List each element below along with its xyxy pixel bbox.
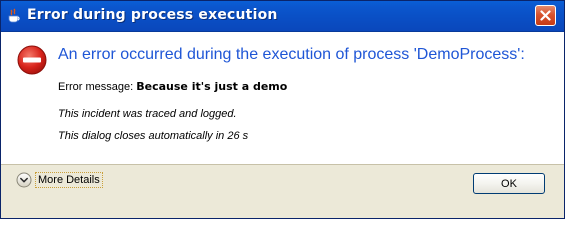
dialog-content: An error occurred during the execution o… (1, 32, 564, 163)
auto-close-note: This dialog closes automatically in 26 s (58, 130, 249, 142)
error-message-label: Error message: (58, 81, 137, 93)
error-message-value: Because it's just a demo (136, 80, 288, 93)
chevron-down-icon[interactable] (16, 172, 32, 188)
more-details-toggle[interactable]: More Details (16, 171, 103, 189)
close-icon (540, 10, 551, 21)
error-icon (17, 45, 47, 75)
title-bar[interactable]: Error during process execution (1, 1, 564, 32)
error-dialog: Error during process execution An error … (0, 0, 565, 219)
window-title: Error during process execution (27, 7, 278, 23)
error-headline: An error occurred during the execution o… (58, 46, 525, 63)
error-message-row: Error message: Because it's just a demo (58, 80, 287, 93)
ok-button[interactable]: OK (473, 173, 545, 194)
close-button[interactable] (535, 5, 556, 26)
trace-note: This incident was traced and logged. (58, 108, 237, 120)
dialog-footer: More Details OK (1, 165, 564, 218)
more-details-label[interactable]: More Details (35, 172, 103, 188)
java-app-icon (6, 8, 22, 24)
